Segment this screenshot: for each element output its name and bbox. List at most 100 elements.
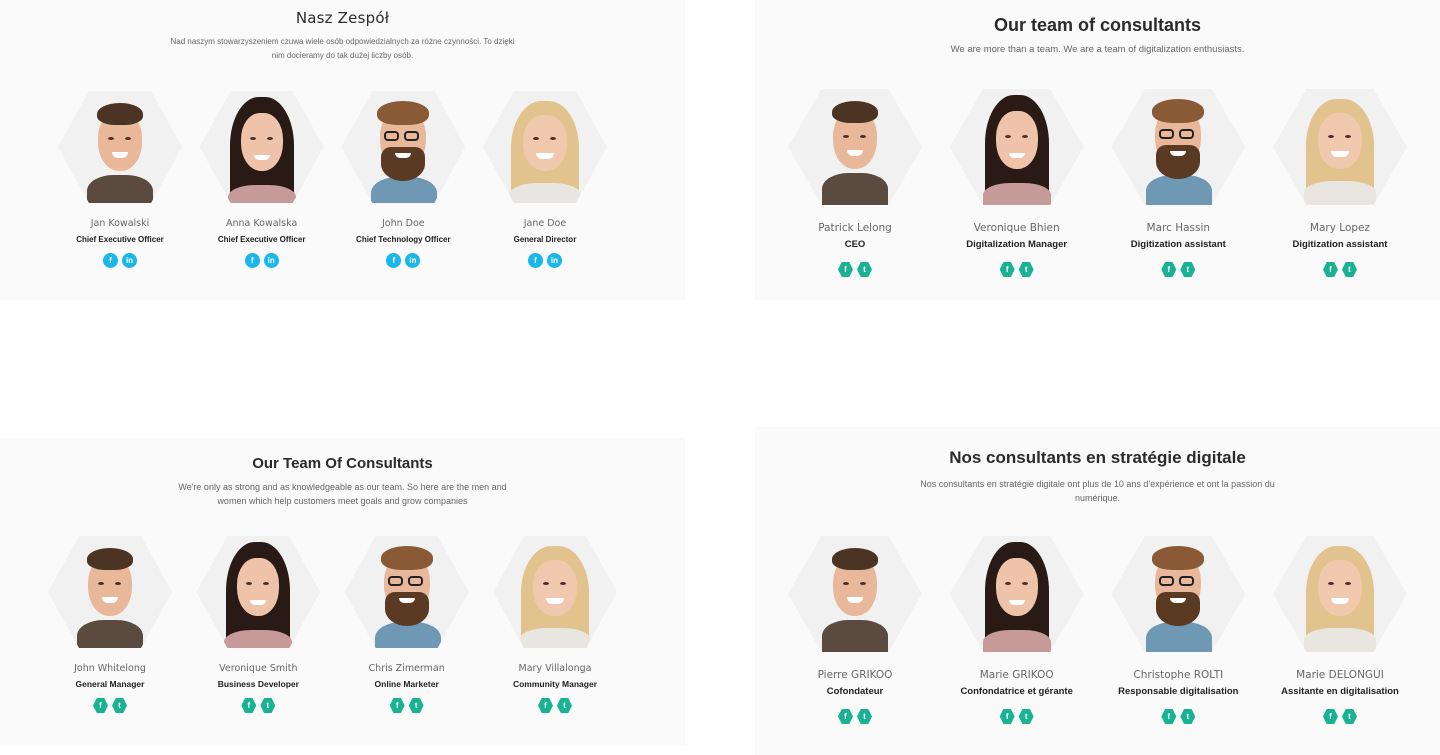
member-name: John Doe — [381, 218, 425, 229]
twitter-icon[interactable]: t — [1180, 709, 1196, 724]
member-name: Marc Hassin — [1146, 222, 1211, 234]
twitter-icon[interactable]: t — [112, 698, 127, 713]
portrait-woman-blonde — [505, 95, 585, 203]
portrait-woman — [220, 540, 296, 648]
member-name: Christophe ROLTI — [1133, 669, 1224, 681]
portrait-woman-blonde — [515, 540, 595, 648]
social-links: f t — [389, 698, 424, 713]
member-name: Anna Kowalska — [226, 218, 298, 229]
team-member-card: Veronique Smith Business Developer f t — [193, 536, 323, 713]
facebook-icon[interactable]: f — [1322, 262, 1338, 277]
twitter-icon[interactable]: t — [857, 262, 872, 277]
portrait-woman — [979, 540, 1055, 652]
social-links: f in — [527, 253, 562, 268]
team-member-card: John Whitelong General Manager f t — [45, 536, 175, 713]
facebook-icon[interactable]: f — [244, 253, 260, 268]
facebook-icon[interactable]: f — [537, 698, 553, 713]
member-name: Veronique Smith — [219, 663, 298, 674]
twitter-icon[interactable]: t — [408, 698, 424, 713]
portrait-man — [820, 542, 890, 652]
team-member-card: Christophe ROLTI Responsable digitalisat… — [1108, 536, 1248, 724]
social-links: f in — [244, 253, 279, 268]
member-photo — [788, 536, 922, 652]
facebook-icon[interactable]: f — [999, 262, 1015, 277]
section-title: Our team of consultants — [993, 15, 1202, 35]
portrait-man-glasses — [365, 97, 441, 203]
member-name: Pierre GRIKOO — [817, 669, 893, 681]
member-role: Responsable digitalisation — [1118, 686, 1239, 697]
team-member-card: Jan Kowalski Chief Executive Officer f i… — [55, 91, 185, 268]
twitter-icon[interactable]: t — [1341, 709, 1357, 724]
team-members: Jan Kowalski Chief Executive Officer f i… — [0, 91, 685, 268]
twitter-icon[interactable]: t — [1018, 709, 1034, 724]
member-name: John Whitelong — [74, 663, 146, 674]
social-links: f t — [1161, 262, 1196, 277]
member-photo — [196, 536, 321, 648]
team-member-card: Mary Lopez Digitization assistant f t — [1270, 89, 1410, 277]
twitter-icon[interactable]: t — [1018, 262, 1034, 277]
twitter-icon[interactable]: t — [1341, 262, 1357, 277]
facebook-icon[interactable]: f — [389, 698, 405, 713]
social-links: f in — [103, 253, 137, 268]
section-title: Nos consultants en stratégie digitale — [949, 448, 1246, 467]
member-name: Marie GRIKOO — [979, 669, 1054, 681]
team-member-card: Veronique Bhien Digitalization Manager f… — [947, 89, 1087, 277]
twitter-icon[interactable]: t — [1180, 262, 1196, 277]
member-role: Digitization assistant — [1130, 239, 1226, 250]
social-links: f t — [537, 698, 572, 713]
section-title: Nasz Zespół — [295, 9, 390, 27]
social-links: f t — [1322, 709, 1357, 724]
facebook-icon[interactable]: f — [1161, 709, 1177, 724]
member-name: Patrick Lelong — [818, 222, 892, 234]
facebook-icon[interactable]: f — [1161, 262, 1177, 277]
member-role: Cofondateur — [826, 686, 884, 697]
facebook-icon[interactable]: f — [527, 253, 543, 268]
linkedin-icon[interactable]: in — [263, 253, 279, 268]
member-photo — [1272, 89, 1407, 205]
team-section: Nos consultants en stratégie digitale No… — [755, 427, 1440, 755]
facebook-icon[interactable]: f — [838, 709, 853, 724]
facebook-icon[interactable]: f — [999, 709, 1015, 724]
member-role: Chief Technology Officer — [356, 235, 451, 244]
twitter-icon[interactable]: t — [556, 698, 572, 713]
social-links: f t — [1322, 262, 1357, 277]
twitter-icon[interactable]: t — [857, 709, 872, 724]
team-section: Nasz Zespół Nad naszym stowarzyszeniem c… — [0, 0, 685, 300]
member-photo — [949, 536, 1084, 652]
facebook-icon[interactable]: f — [93, 698, 108, 713]
social-links: f t — [241, 698, 276, 713]
team-members: John Whitelong General Manager f t Veron… — [0, 536, 685, 713]
facebook-icon[interactable]: f — [103, 253, 118, 268]
team-member-card: Marie DELONGUI Assitante en digitalisati… — [1270, 536, 1410, 724]
facebook-icon[interactable]: f — [386, 253, 402, 268]
portrait-woman-blonde — [1300, 93, 1380, 205]
social-links: f t — [93, 698, 127, 713]
twitter-icon[interactable]: t — [260, 698, 276, 713]
team-members: Pierre GRIKOO Cofondateur f t Marie GRIK… — [755, 536, 1440, 724]
team-member-card: Chris Zimerman Online Marketer f t — [342, 536, 472, 713]
member-name: Mary Villalonga — [518, 663, 592, 674]
team-member-card: Pierre GRIKOO Cofondateur f t — [785, 536, 925, 724]
member-photo — [58, 91, 182, 203]
facebook-icon[interactable]: f — [241, 698, 257, 713]
linkedin-icon[interactable]: in — [405, 253, 421, 268]
team-member-card: Jane Doe General Director f in — [480, 91, 610, 268]
member-role: Online Marketer — [374, 679, 439, 689]
social-links: f t — [999, 262, 1034, 277]
linkedin-icon[interactable]: in — [122, 253, 137, 268]
team-section: Our Team Of Consultants We're only as st… — [0, 438, 685, 745]
portrait-woman-blonde — [1300, 540, 1380, 652]
section-subtitle: Nad naszym stowarzyszeniem czuwa wiele o… — [170, 37, 515, 60]
team-members: Patrick Lelong CEO f t Veronique Bhien D… — [755, 89, 1440, 277]
member-role: Assitante en digitalisation — [1281, 686, 1399, 697]
linkedin-icon[interactable]: in — [546, 253, 562, 268]
social-links: f t — [838, 262, 872, 277]
section-title: Our Team Of Consultants — [252, 455, 433, 472]
member-photo — [788, 89, 922, 205]
facebook-icon[interactable]: f — [838, 262, 853, 277]
member-role: Community Manager — [512, 679, 598, 689]
facebook-icon[interactable]: f — [1322, 709, 1338, 724]
member-name: Veronique Bhien — [973, 222, 1060, 234]
member-photo — [344, 536, 469, 648]
member-role: Confondatrice et gérante — [960, 686, 1073, 697]
